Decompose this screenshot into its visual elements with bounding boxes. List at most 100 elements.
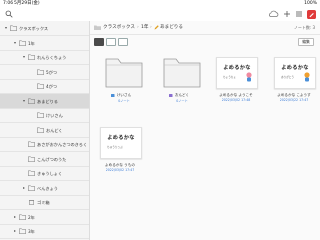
folder-thumbnail [102,53,146,91]
breadcrumb-current: あまどりる [160,25,183,30]
folder-tile[interactable]: けいさん 0ノート [102,53,146,115]
sidebar-item[interactable]: きゅうしょく [0,166,89,181]
folder-icon [28,141,35,147]
chevron-right-icon[interactable]: ▸ [13,229,17,233]
sidebar-item-label: きゅうしょく [37,171,63,176]
folder-icon [37,83,44,89]
sidebar-item-label: ゴミ箱 [37,200,50,205]
chevron-down-icon[interactable]: ▾ [4,26,8,30]
note-card-subtitle: ありがとう [281,76,294,79]
main-content: クラスボックス › 1年 › あまどりる ノート数: 3 編集 けいさん 0ノート… [90,21,320,240]
sidebar-item[interactable]: けいさん [0,108,89,123]
chevron-right-icon[interactable]: ▸ [22,185,26,190]
chevron-right-icon[interactable]: ▸ [13,214,17,219]
character-illustration-icon [304,72,310,82]
folder-icon [19,214,26,220]
note-tile[interactable]: よめるかな ちょうちょ よめるかな ようこそ 2022/03/02 17:48 [214,53,258,115]
tile-meta: 0ノート [118,99,130,103]
note-card-subtitle: ちょうちょ [223,76,236,79]
note-card: よめるかな ちゅうりっぷ [100,127,142,159]
note-card-title: よめるかな [107,135,135,141]
pen-red-icon[interactable] [307,9,316,19]
folder-icon [37,112,44,118]
tile-meta: 2022/03/22 17:47 [279,98,309,102]
trash-icon [29,200,34,205]
folder-icon [28,185,35,191]
sort-button[interactable] [118,38,128,46]
cloud-icon[interactable] [268,10,279,18]
sidebar-item[interactable]: ▾ あまどりる [0,93,89,109]
sidebar-item[interactable]: ▸ 2年 [0,210,89,225]
breadcrumb-mid[interactable]: 1年 [141,21,149,34]
chevron-down-icon[interactable]: ▾ [22,98,26,103]
sidebar-item-label: こんげつのうた [37,156,67,162]
view-toolbar: 編集 [90,35,320,48]
folder-icon [37,127,44,133]
note-thumbnail: よめるかな ちょうちょ [214,53,258,91]
grid-view-button[interactable] [94,38,104,46]
folder-icon [163,58,201,88]
folder-icon [37,69,44,75]
chevron-down-icon[interactable]: ▾ [22,55,26,59]
status-bar: 7:06 5月29日(金) 100% [0,0,320,7]
note-count: ノート数: 3 [293,25,315,30]
sidebar-item[interactable]: あさがおかんさつのきろく [0,137,89,152]
status-date: 5月29日(金) [14,1,40,6]
sidebar-item[interactable]: ゴミ箱 [0,195,89,210]
note-thumbnail: よめるかな ちゅうりっぷ [98,123,142,161]
pencil-icon [154,25,159,30]
sidebar-item[interactable]: ▾ クラスボックス [0,21,89,36]
sidebar-item-label: 4がつ [46,84,58,89]
status-indicators: 100% [304,1,317,6]
note-thumbnail: よめるかなありがとう [272,53,316,91]
sidebar-item-label: 3年 [28,229,35,234]
sidebar-item[interactable]: 4がつ [0,79,89,94]
note-card: よめるかなありがとう [274,57,316,89]
folder-icon [94,25,101,30]
sidebar-item[interactable]: ▸ 3年 [0,224,89,239]
sidebar-item[interactable]: 5がつ [0,65,89,80]
sidebar-item-label: 1年 [28,40,35,46]
note-tile[interactable]: よめるかな ありがとう よめるかな こようす 2022/03/22 17:47 [272,53,316,115]
search-icon[interactable] [5,10,13,18]
sidebar-item[interactable]: ▸ べんきょう [0,181,89,196]
sidebar-item-label: おんどく [46,127,63,133]
tile-meta: 2022/03/02 17:47 [105,168,135,172]
sidebar-item[interactable]: こんげつのうた [0,152,89,167]
folder-tile[interactable]: おんどく 0ノート [160,53,204,115]
sidebar-item-label: れんらくちょう [37,55,67,60]
note-tile[interactable]: よめるかな ちゅうりっぷ よめるかな うもの 2022/03/02 17:47 [98,123,142,185]
plus-icon[interactable] [283,10,291,18]
breadcrumb: クラスボックス › 1年 › あまどりる ノート数: 3 [90,21,320,35]
chevron-down-icon[interactable]: ▾ [13,40,17,45]
note-card-title: よめるかな [281,65,309,71]
folder-icon [10,25,17,31]
sidebar-item-label: あさがおかんさつのきろく [37,142,88,147]
chevron-right-icon: › [137,25,139,30]
sidebar: ▾ クラスボックス ▾ 1年 ▾ れんらくちょう 5がつ 4がつ ▾ あまどりる けいさん おんどくあ… [0,21,90,240]
character-illustration-icon [246,72,252,82]
sidebar-item[interactable]: ▾ れんらくちょう [0,50,89,65]
sidebar-item-label: あまどりる [37,98,58,104]
sidebar-item-label: 2年 [28,214,35,220]
menu-icon[interactable] [295,10,303,18]
edit-button[interactable]: 編集 [298,38,314,46]
sidebar-item[interactable]: ▾ 1年 [0,36,89,51]
chevron-right-icon: › [150,25,152,30]
sidebar-item-label: クラスボックス [19,26,49,31]
status-time: 7:06 [3,1,14,6]
breadcrumb-root[interactable]: クラスボックス [103,21,135,34]
sidebar-item-label: けいさん [46,113,63,118]
sidebar-item-label: 5がつ [46,69,58,75]
tile-meta: 2022/03/02 17:48 [221,98,251,102]
list-view-button[interactable] [106,38,116,46]
folder-icon [28,54,35,60]
folder-icon [105,58,143,88]
tile-meta: 0ノート [176,99,188,103]
folder-icon [28,156,35,162]
folder-icon [28,98,35,104]
folder-icon [28,170,35,176]
folder-icon [19,40,26,46]
note-card: よめるかな ちょうちょ [216,57,258,89]
sidebar-item[interactable]: おんどく [0,123,89,138]
